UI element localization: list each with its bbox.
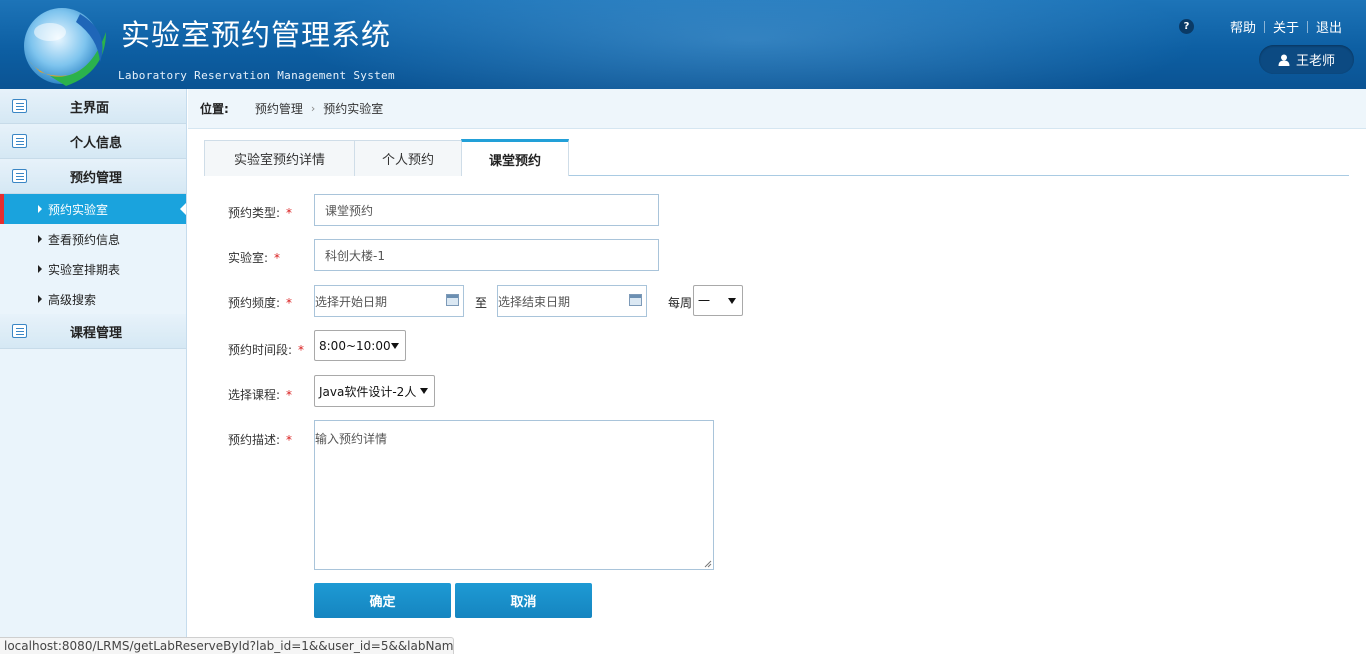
description-label-text: 预约描述: [228, 433, 281, 447]
sidebar-section-home[interactable]: 主界面 [0, 89, 186, 124]
calendar-icon[interactable] [446, 294, 459, 306]
list-icon [12, 169, 27, 183]
dropdown-arrow-icon [420, 388, 428, 394]
globe-logo-icon [24, 8, 106, 86]
breadcrumb-item: 预约实验室 [323, 102, 384, 116]
required-mark: * [286, 296, 293, 310]
tab-bar: 实验室预约详情 个人预约 课堂预约 [204, 139, 1349, 176]
help-link[interactable]: 帮助 [1230, 17, 1256, 36]
sidebar-section-label: 个人信息 [70, 135, 123, 151]
tab-class-reservation[interactable]: 课堂预约 [461, 139, 569, 176]
breadcrumb-item[interactable]: 预约管理 [255, 100, 303, 117]
user-icon [1278, 54, 1290, 66]
to-label: 至 [475, 296, 488, 310]
tab-lab-reservation-details[interactable]: 实验室预约详情 [204, 140, 355, 176]
about-link[interactable]: 关于 [1273, 17, 1299, 36]
reservation-type-field[interactable]: 课堂预约 [314, 194, 659, 226]
course-label: 选择课程: * [228, 386, 292, 403]
caret-right-icon [38, 265, 42, 273]
sidebar-section-label: 课程管理 [70, 325, 123, 341]
sidebar-item-lab-schedule[interactable]: 实验室排期表 [0, 254, 186, 284]
breadcrumb: 位置: 预约管理 › 预约实验室 [188, 89, 1366, 129]
type-label-text: 预约类型: [228, 206, 281, 220]
app-subtitle: Laboratory Reservation Management System [118, 69, 395, 82]
weekday-select[interactable]: 一 [693, 285, 743, 316]
resize-grip-icon[interactable] [704, 560, 712, 568]
dropdown-arrow-icon [728, 297, 736, 304]
time-slot-value: 8:00~10:00 [319, 338, 391, 353]
list-icon [12, 99, 27, 113]
browser-status-bar: localhost:8080/LRMS/getLabReserveById?la… [0, 637, 454, 654]
required-mark: * [286, 206, 293, 220]
link-divider [1264, 20, 1266, 33]
sidebar-section-label: 主界面 [70, 100, 110, 116]
confirm-button[interactable]: 确定 [314, 583, 451, 618]
lab-label-text: 实验室: [228, 251, 269, 265]
start-date-placeholder: 选择开始日期 [315, 294, 388, 309]
top-links: 帮助 关于 退出 [1230, 17, 1342, 36]
sidebar-section-label: 预约管理 [70, 170, 123, 186]
sidebar-section-reservation[interactable]: 预约管理 [0, 159, 186, 194]
app-header: 实验室预约管理系统 Laboratory Reservation Managem… [0, 0, 1366, 89]
start-date-input[interactable]: 选择开始日期 [314, 285, 464, 317]
description-placeholder: 输入预约详情 [315, 432, 388, 446]
sidebar-section-courses[interactable]: 课程管理 [0, 314, 186, 349]
time-slot-label: 预约时间段: * [228, 341, 304, 358]
dropdown-arrow-icon [391, 342, 399, 349]
sidebar-section-profile[interactable]: 个人信息 [0, 124, 186, 159]
end-date-input[interactable]: 选择结束日期 [497, 285, 647, 317]
weekday-value: 一 [698, 294, 711, 308]
sidebar-item-reserve-lab[interactable]: 预约实验室 [0, 194, 186, 224]
sidebar-item-label: 查看预约信息 [48, 232, 121, 247]
caret-right-icon [38, 235, 42, 243]
app-title: 实验室预约管理系统 [121, 18, 392, 52]
user-name: 王老师 [1295, 54, 1335, 69]
required-mark: * [286, 433, 293, 447]
cancel-button[interactable]: 取消 [455, 583, 592, 618]
sidebar-item-advanced-search[interactable]: 高级搜索 [0, 284, 186, 314]
lab-field[interactable]: 科创大楼-1 [314, 239, 659, 271]
required-mark: * [286, 388, 293, 402]
frequency-label-text: 预约频度: [228, 296, 281, 310]
sidebar-item-view-reservations[interactable]: 查看预约信息 [0, 224, 186, 254]
caret-right-icon [38, 205, 42, 213]
required-mark: * [274, 251, 281, 265]
frequency-label: 预约频度: * [228, 294, 292, 311]
end-date-placeholder: 选择结束日期 [498, 294, 571, 309]
course-value: Java软件设计-2人 [319, 384, 417, 399]
weekly-label: 每周 [668, 296, 693, 310]
time-slot-label-text: 预约时间段: [228, 343, 293, 357]
course-label-text: 选择课程: [228, 388, 281, 402]
help-icon[interactable]: ? [1179, 19, 1194, 34]
time-slot-select[interactable]: 8:00~10:00 [314, 330, 406, 361]
required-mark: * [298, 343, 305, 357]
calendar-icon[interactable] [629, 294, 642, 306]
description-textarea[interactable]: 输入预约详情 [314, 420, 714, 570]
sidebar: 主界面 个人信息 预约管理 预约实验室 查看预约信息 实验室排期表 高级搜索 课… [0, 89, 187, 654]
chevron-right-icon: › [310, 102, 316, 115]
logout-link[interactable]: 退出 [1316, 17, 1342, 36]
tab-personal-reservation[interactable]: 个人预约 [354, 140, 462, 176]
list-icon [12, 324, 27, 338]
sidebar-item-label: 实验室排期表 [48, 262, 121, 277]
link-divider [1307, 20, 1309, 33]
lab-label: 实验室: * [228, 249, 280, 266]
caret-right-icon [38, 295, 42, 303]
sidebar-item-label: 预约实验室 [48, 202, 109, 217]
sidebar-item-label: 高级搜索 [48, 292, 97, 307]
breadcrumb-label: 位置: [200, 102, 229, 116]
list-icon [12, 134, 27, 148]
type-label: 预约类型: * [228, 204, 292, 221]
user-badge[interactable]: 王老师 [1259, 45, 1354, 74]
description-label: 预约描述: * [228, 431, 292, 448]
course-select[interactable]: Java软件设计-2人 [314, 375, 435, 407]
